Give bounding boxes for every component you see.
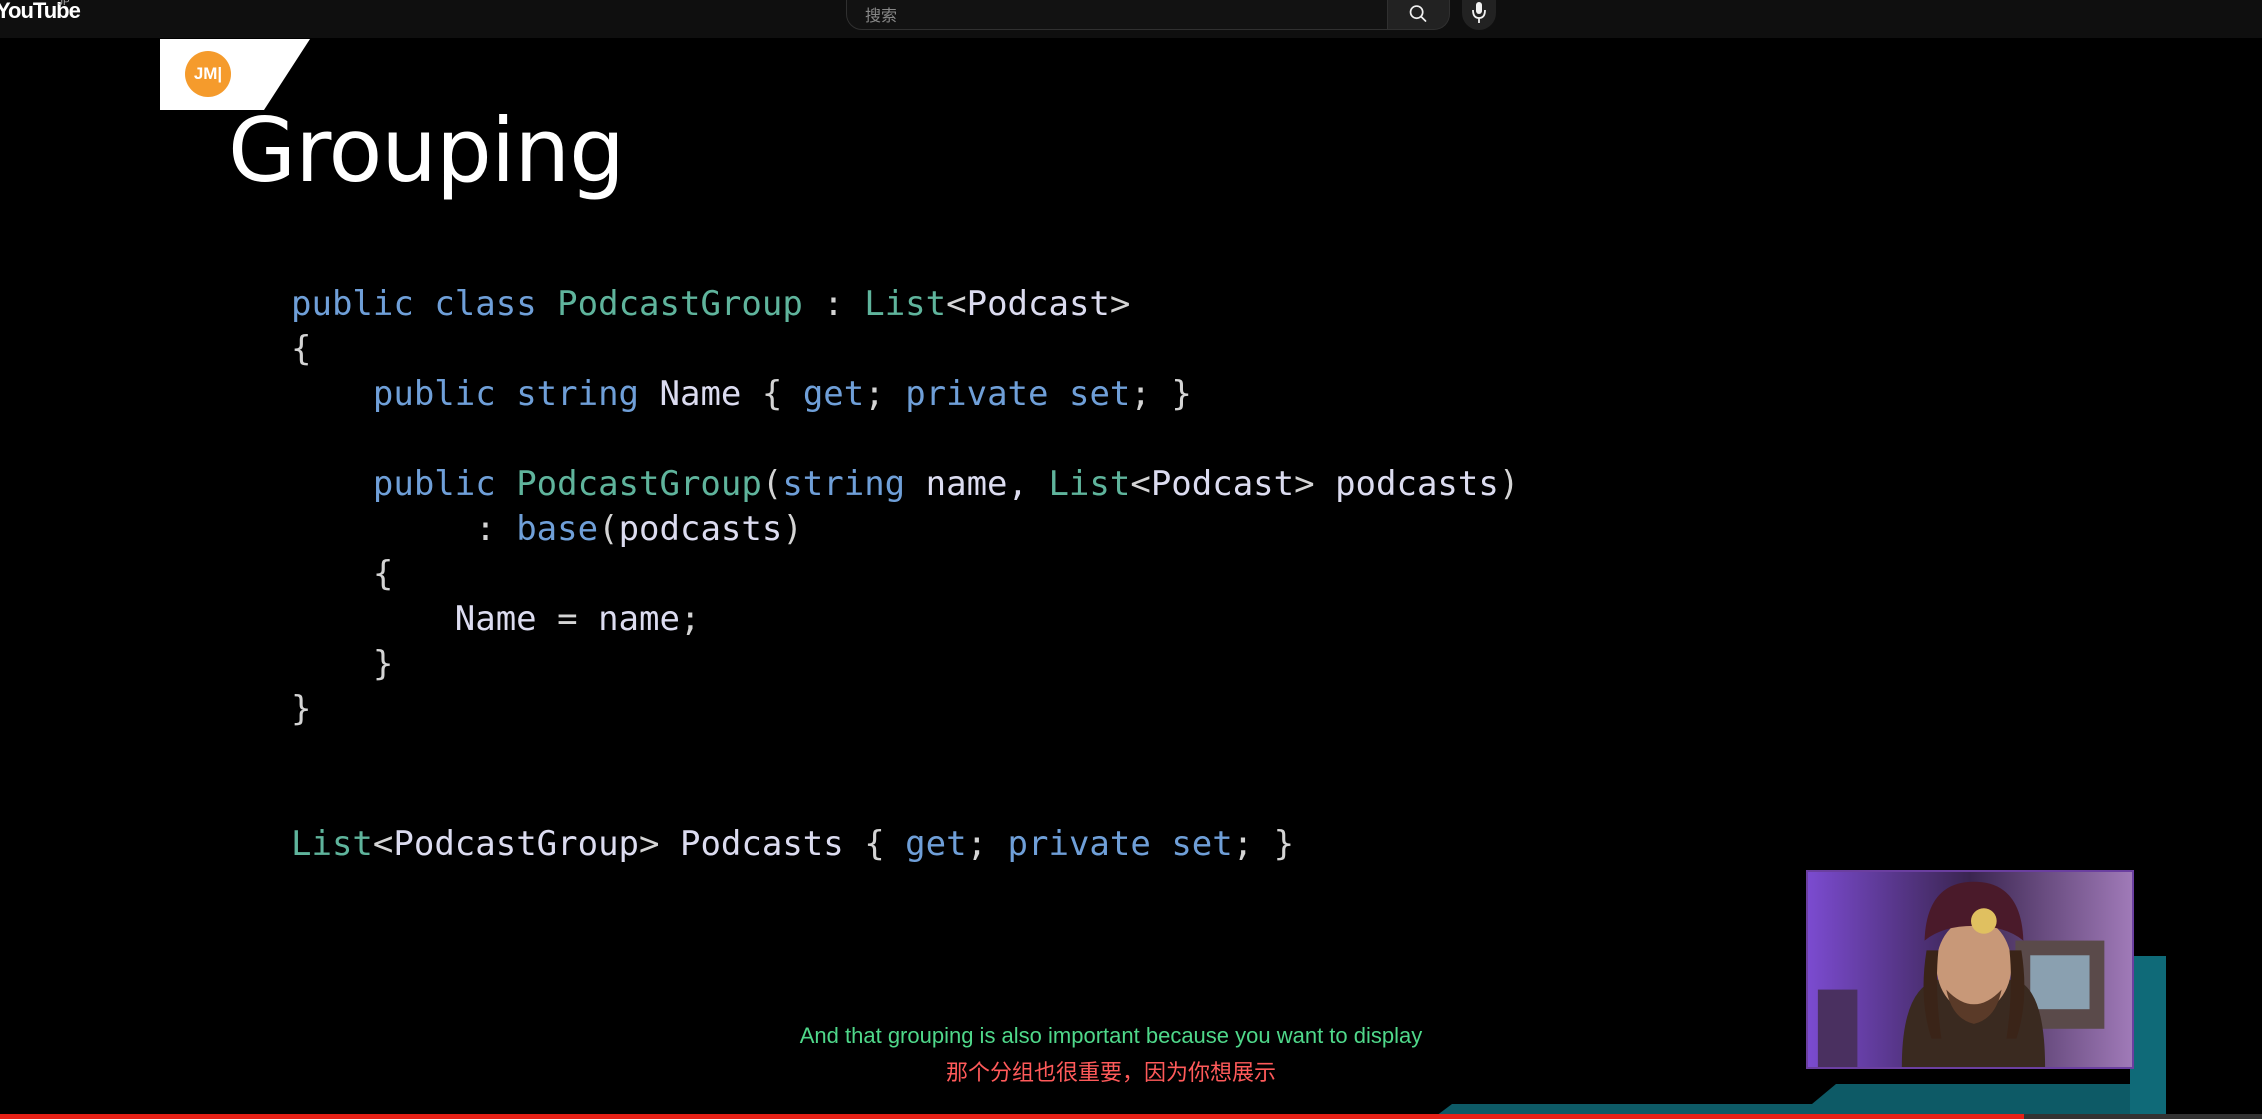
code-line: { — [291, 327, 1519, 372]
code-token: ; } — [1130, 374, 1192, 414]
code-token: { — [372, 554, 394, 594]
youtube-header: YouTube JP — [0, 0, 2262, 38]
code-token: ( — [761, 464, 783, 504]
code-token: Podcast — [966, 284, 1110, 324]
code-token: Podcast — [1150, 464, 1295, 504]
code-line: List<PodcastGroup> Podcasts { get; priva… — [291, 822, 1519, 867]
code-token: get — [802, 374, 865, 414]
code-token: { — [843, 824, 906, 864]
search-button[interactable] — [1388, 0, 1450, 30]
code-token: < — [372, 824, 394, 864]
code-token: { — [741, 374, 803, 414]
code-token: private — [905, 374, 1049, 414]
code-token: string — [782, 464, 906, 504]
code-token: set — [1171, 824, 1233, 864]
code-token: > — [639, 824, 680, 864]
code-line: public PodcastGroup(string name, List<Po… — [291, 462, 1519, 507]
code-token: PodcastGroup — [557, 284, 803, 324]
channel-logo-badge: JM| — [185, 51, 231, 97]
code-line: } — [291, 642, 1519, 687]
code-token: set — [1068, 374, 1131, 414]
code-token: : — [475, 509, 517, 549]
code-token: podcasts — [1335, 464, 1499, 504]
code-line: { — [291, 552, 1519, 597]
code-token: podcasts — [618, 509, 783, 549]
code-token: name — [598, 599, 680, 639]
code-token: > — [1294, 464, 1336, 504]
code-line: Name = name; — [291, 597, 1519, 642]
code-token: public — [372, 374, 496, 414]
code-token: List — [1048, 464, 1131, 504]
caption-chinese: 那个分组也很重要，因为你想展示 — [945, 1061, 1276, 1086]
code-token: List — [291, 824, 373, 864]
code-token: public — [291, 284, 414, 324]
code-line: } — [291, 687, 1519, 732]
code-token: PodcastGroup — [393, 824, 640, 864]
code-token: } — [291, 689, 312, 729]
caption-english: And that grouping is also important beca… — [799, 1023, 1423, 1048]
code-token: List — [864, 284, 947, 324]
search-icon — [1409, 5, 1427, 22]
code-token: ; — [679, 599, 701, 639]
code-token: PodcastGroup — [516, 464, 762, 504]
slide-title: Grouping — [228, 99, 625, 202]
code-block: public class PodcastGroup : List<Podcast… — [291, 282, 1519, 867]
code-token: { — [291, 329, 312, 369]
progress-played — [0, 1114, 2025, 1119]
code-token: } — [372, 644, 394, 684]
code-token: string — [516, 374, 640, 414]
code-token: get — [905, 824, 967, 864]
code-line: public class PodcastGroup : List<Podcast… — [291, 282, 1519, 327]
code-token: = — [536, 599, 599, 639]
code-token: Name — [659, 374, 742, 414]
code-token: base — [516, 509, 599, 549]
code-token: private — [1007, 824, 1151, 864]
region-code: JP — [58, 0, 70, 8]
microphone-icon — [1472, 2, 1486, 23]
code-line: public string Name { get; private set; } — [291, 372, 1519, 417]
code-token: class — [434, 284, 537, 324]
code-line: : base(podcasts) — [291, 507, 1519, 552]
code-token: : — [802, 284, 865, 324]
search-box[interactable] — [846, 0, 1388, 31]
code-token: Name — [454, 599, 537, 639]
code-token: ; — [966, 824, 1008, 864]
code-token: < — [1130, 464, 1151, 504]
code-token: ; } — [1232, 824, 1295, 864]
video-progress-bar[interactable] — [0, 1114, 2262, 1119]
code-token: public — [372, 464, 496, 504]
code-token: < — [946, 284, 967, 324]
code-token: ; — [864, 374, 906, 414]
code-token: name, — [905, 464, 1049, 504]
code-token: ) — [782, 509, 803, 549]
code-token: > — [1109, 284, 1131, 324]
voice-search-button[interactable] — [1462, 0, 1496, 30]
search-input[interactable] — [863, 0, 1367, 31]
code-token: Podcasts — [679, 824, 844, 864]
code-token: ( — [598, 509, 619, 549]
code-token: ) — [1498, 464, 1520, 504]
